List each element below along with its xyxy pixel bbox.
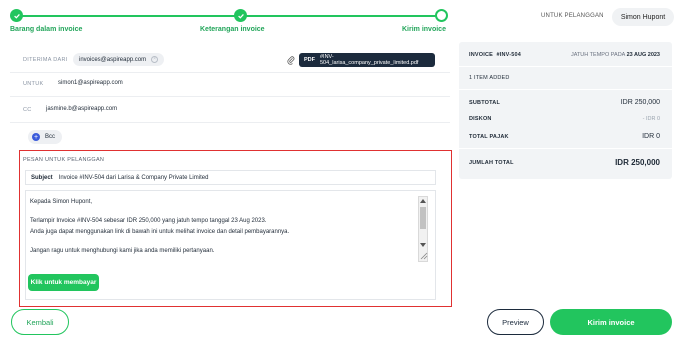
step-progress-line [16,15,441,17]
due-date-value: 23 AUG 2023 [626,52,660,58]
scroll-up-icon[interactable] [420,199,426,203]
message-line: Anda juga dapat menggunakan link di bawa… [30,229,290,235]
divider [10,72,450,73]
from-email-chip[interactable]: invoices@aspireapp.com × [73,53,165,66]
step-2-label[interactable]: Keterangan invoice [200,26,265,33]
subject-value: Invoice #INV-504 dari Larisa & Company P… [58,174,209,181]
subtotal-label: SUBTOTAL [469,99,501,106]
pay-link-button[interactable]: Klik untuk membayar [28,274,99,291]
attachment-filename: #INV-504_larisa_company_private_limited.… [320,54,419,66]
total-row: JUMLAH TOTAL IDR 250,000 [469,158,660,167]
cc-email-chip[interactable]: jasmine.b@aspireapp.com [40,102,123,115]
invoice-stepper: Barang dalam invoice Keterangan invoice … [10,8,450,38]
total-value: IDR 250,000 [615,158,660,167]
divider [10,122,450,123]
step-3-label[interactable]: Kirim invoice [402,26,446,33]
tax-label: TOTAL PAJAK [469,133,509,140]
discount-value: - IDR 0 [642,116,660,122]
due-label: JATUH TEMPO PADA [570,52,626,58]
attachment-type: PDF [304,57,315,63]
tax-row: TOTAL PAJAK IDR 0 [469,133,660,140]
plus-icon: + [32,133,40,141]
divider [459,148,672,149]
resize-handle-icon[interactable] [420,252,428,260]
total-label: JUMLAH TOTAL [469,159,514,166]
step-3-current-icon[interactable] [435,9,448,22]
message-spacer [30,208,410,216]
subject-field[interactable]: Subject Invoice #INV-504 dari Larisa & C… [25,170,436,185]
back-button[interactable]: Kembali [11,309,69,335]
subtotal-value: IDR 250,000 [620,99,660,106]
pdf-attachment[interactable]: PDF #INV-504_larisa_company_private_limi… [299,53,435,67]
items-added-row: 1 ITEM ADDED [469,75,660,81]
paperclip-icon [287,56,295,65]
customer-message-title: PESAN UNTUK PELANGGAN [23,157,105,163]
remove-email-icon[interactable]: × [151,56,159,63]
divider [10,96,450,97]
cc-label: CC [23,107,32,113]
invoice-label: INVOICE [469,52,494,58]
step-2-check-icon[interactable] [234,9,247,22]
from-email-value: invoices@aspireapp.com [79,56,147,63]
to-email-value: simon1@aspireapp.com [58,79,123,86]
scroll-thumb[interactable] [420,207,426,229]
items-added: 1 ITEM ADDED [469,75,510,81]
subject-label: Subject [31,174,53,181]
tax-value: IDR 0 [642,133,660,140]
from-label: DITERIMA DARI [23,57,68,63]
scroll-down-icon[interactable] [420,243,426,247]
discount-row: DISKON - IDR 0 [469,116,660,122]
subtotal-row: SUBTOTAL IDR 250,000 [469,99,660,106]
step-1-check-icon[interactable] [10,9,23,22]
send-invoice-button[interactable]: Kirim invoice [550,309,672,335]
preview-button[interactable]: Preview [487,309,544,335]
message-line: Kepada Simon Hupont, [30,199,93,205]
message-spacer [30,238,410,246]
message-body-text: Kepada Simon Hupont, Terlampir Invoice #… [30,197,410,257]
discount-label: DISKON [469,116,492,122]
summary-header-row: INVOICE #INV-504 JATUH TEMPO PADA 23 AUG… [469,52,660,58]
divider [459,89,672,90]
to-email-chip[interactable]: simon1@aspireapp.com [52,76,129,89]
invoice-id: INVOICE #INV-504 [469,52,521,58]
step-1-label[interactable]: Barang dalam invoice [10,26,82,33]
cc-email-value: jasmine.b@aspireapp.com [46,105,118,112]
divider [459,66,672,67]
to-label: UNTUK [23,81,44,87]
customer-selector[interactable]: Simon Hupont [612,8,674,26]
invoice-number: #INV-504 [496,52,522,58]
message-line: Terlampir Invoice #INV-504 sebesar IDR 2… [30,218,267,224]
due-date: JATUH TEMPO PADA 23 AUG 2023 [571,52,660,58]
message-line: Jangan ragu untuk menghubungi kami jika … [30,248,215,254]
bcc-label: Bcc [45,134,56,140]
recipient-role-label: UNTUK PELANGGAN [541,13,604,19]
add-bcc-button[interactable]: + Bcc [28,130,62,144]
